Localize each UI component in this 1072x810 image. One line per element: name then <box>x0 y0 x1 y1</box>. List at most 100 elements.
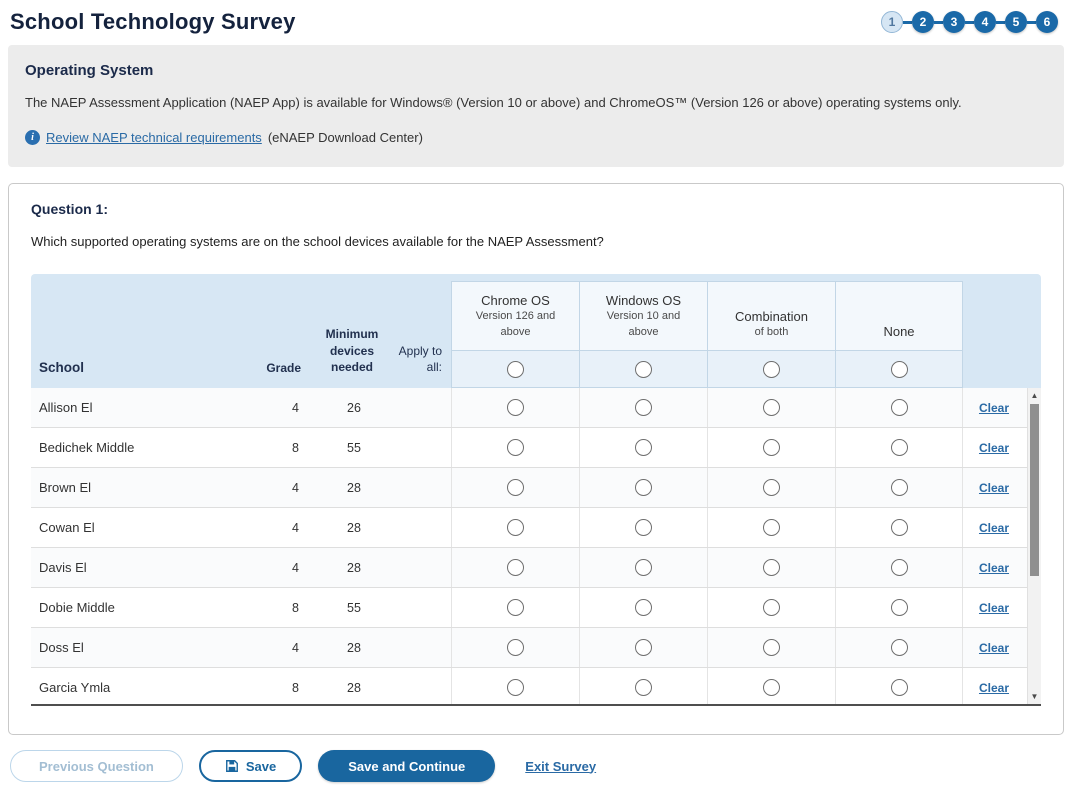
radio-button[interactable] <box>763 559 780 576</box>
radio-button[interactable] <box>891 361 908 378</box>
radio-button[interactable] <box>635 599 652 616</box>
clear-row-link[interactable]: Clear <box>979 521 1009 535</box>
radio-cell[interactable] <box>579 508 707 547</box>
radio-cell[interactable] <box>451 428 579 467</box>
radio-cell[interactable] <box>451 668 579 706</box>
radio-cell[interactable] <box>707 468 835 507</box>
step-1[interactable]: 1 <box>881 11 903 33</box>
radio-cell[interactable] <box>451 468 579 507</box>
radio-cell[interactable] <box>707 388 835 427</box>
radio-cell[interactable] <box>707 508 835 547</box>
radio-cell[interactable] <box>579 548 707 587</box>
radio-button[interactable] <box>891 479 908 496</box>
grade-value: 4 <box>257 548 307 587</box>
radio-cell[interactable] <box>579 468 707 507</box>
save-and-continue-button[interactable]: Save and Continue <box>318 750 495 782</box>
radio-cell[interactable] <box>835 508 963 547</box>
radio-cell[interactable] <box>835 628 963 667</box>
radio-button[interactable] <box>763 361 780 378</box>
clear-row-link[interactable]: Clear <box>979 561 1009 575</box>
apply-to-all-radio-cell[interactable] <box>452 350 579 387</box>
apply-to-all-radio-cell[interactable] <box>580 350 707 387</box>
radio-cell[interactable] <box>707 548 835 587</box>
radio-cell[interactable] <box>835 588 963 627</box>
radio-cell[interactable] <box>579 428 707 467</box>
step-4[interactable]: 4 <box>974 11 996 33</box>
radio-cell[interactable] <box>707 628 835 667</box>
apply-to-all-radio-cell[interactable] <box>708 350 835 387</box>
radio-button[interactable] <box>891 439 908 456</box>
table-scrollbar[interactable]: ▲ ▼ <box>1027 388 1041 704</box>
step-6[interactable]: 6 <box>1036 11 1058 33</box>
radio-cell[interactable] <box>707 588 835 627</box>
radio-button[interactable] <box>891 559 908 576</box>
clear-row-link[interactable]: Clear <box>979 641 1009 655</box>
radio-cell[interactable] <box>451 388 579 427</box>
radio-button[interactable] <box>635 639 652 656</box>
clear-row-link[interactable]: Clear <box>979 441 1009 455</box>
scrollbar-thumb[interactable] <box>1030 404 1039 576</box>
radio-cell[interactable] <box>579 668 707 706</box>
radio-cell[interactable] <box>579 388 707 427</box>
step-2[interactable]: 2 <box>912 11 934 33</box>
exit-survey-link[interactable]: Exit Survey <box>525 759 596 774</box>
radio-button[interactable] <box>891 639 908 656</box>
radio-cell[interactable] <box>707 428 835 467</box>
radio-cell[interactable] <box>451 588 579 627</box>
scrollbar-track[interactable] <box>1028 403 1041 689</box>
radio-button[interactable] <box>635 559 652 576</box>
radio-button[interactable] <box>891 679 908 696</box>
radio-cell[interactable] <box>835 668 963 706</box>
radio-button[interactable] <box>507 399 524 416</box>
scroll-up-arrow-icon[interactable]: ▲ <box>1028 388 1041 403</box>
radio-button[interactable] <box>891 399 908 416</box>
radio-button[interactable] <box>763 599 780 616</box>
radio-button[interactable] <box>891 599 908 616</box>
radio-cell[interactable] <box>579 628 707 667</box>
radio-button[interactable] <box>507 361 524 378</box>
radio-button[interactable] <box>763 399 780 416</box>
radio-button[interactable] <box>635 519 652 536</box>
tech-requirements-link[interactable]: Review NAEP technical requirements <box>46 130 262 145</box>
radio-button[interactable] <box>507 519 524 536</box>
scroll-down-arrow-icon[interactable]: ▼ <box>1028 689 1041 704</box>
radio-button[interactable] <box>507 439 524 456</box>
radio-button[interactable] <box>635 439 652 456</box>
radio-cell[interactable] <box>451 548 579 587</box>
radio-cell[interactable] <box>835 428 963 467</box>
radio-button[interactable] <box>507 639 524 656</box>
radio-button[interactable] <box>635 679 652 696</box>
radio-cell[interactable] <box>579 588 707 627</box>
radio-button[interactable] <box>763 439 780 456</box>
previous-question-button[interactable]: Previous Question <box>10 750 183 782</box>
column-header-school: School <box>31 281 257 388</box>
radio-button[interactable] <box>763 519 780 536</box>
radio-button[interactable] <box>507 559 524 576</box>
save-button[interactable]: Save <box>199 750 302 782</box>
radio-button[interactable] <box>507 679 524 696</box>
radio-cell[interactable] <box>707 668 835 706</box>
radio-button[interactable] <box>635 399 652 416</box>
radio-button[interactable] <box>507 479 524 496</box>
apply-spacer <box>393 428 451 467</box>
radio-button[interactable] <box>763 479 780 496</box>
clear-row-link[interactable]: Clear <box>979 601 1009 615</box>
radio-button[interactable] <box>507 599 524 616</box>
radio-cell[interactable] <box>451 508 579 547</box>
info-body: The NAEP Assessment Application (NAEP Ap… <box>25 95 1047 110</box>
radio-button[interactable] <box>635 361 652 378</box>
radio-button[interactable] <box>891 519 908 536</box>
radio-cell[interactable] <box>835 388 963 427</box>
radio-cell[interactable] <box>835 548 963 587</box>
radio-button[interactable] <box>763 639 780 656</box>
clear-row-link[interactable]: Clear <box>979 401 1009 415</box>
clear-row-link[interactable]: Clear <box>979 481 1009 495</box>
step-5[interactable]: 5 <box>1005 11 1027 33</box>
apply-to-all-radio-cell[interactable] <box>836 350 962 387</box>
clear-row-link[interactable]: Clear <box>979 681 1009 695</box>
radio-button[interactable] <box>763 679 780 696</box>
step-3[interactable]: 3 <box>943 11 965 33</box>
radio-button[interactable] <box>635 479 652 496</box>
radio-cell[interactable] <box>451 628 579 667</box>
radio-cell[interactable] <box>835 468 963 507</box>
